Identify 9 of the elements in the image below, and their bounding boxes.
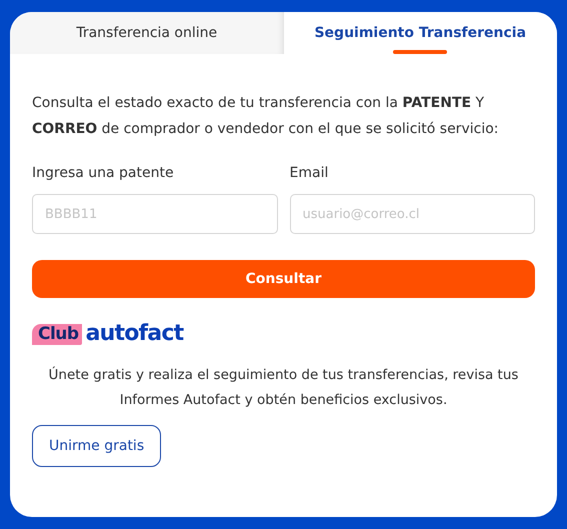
tab[interactable]: Transferencia online (10, 12, 284, 54)
input-field[interactable]: usuario@correo.cl (290, 194, 535, 234)
field-label: Ingresa una patente (32, 164, 175, 183)
promo-text: Únete gratis y realiza el seguimiento de tus transferencias, revisa tus Informes Autofact y obtén beneficios exclusivos. (48, 366, 520, 410)
club-logo: Club autofact (32, 323, 535, 345)
input-field[interactable]: BBBB11 (32, 194, 278, 234)
field-label: Email (290, 164, 330, 183)
join-button[interactable]: Unirme gratis (32, 425, 162, 467)
instructions-text: Consulta el estado exacto de tu transferencia con la PATENTE Y CORREO de comprador o vendedor con el que se solicitó servicio: (32, 94, 500, 139)
